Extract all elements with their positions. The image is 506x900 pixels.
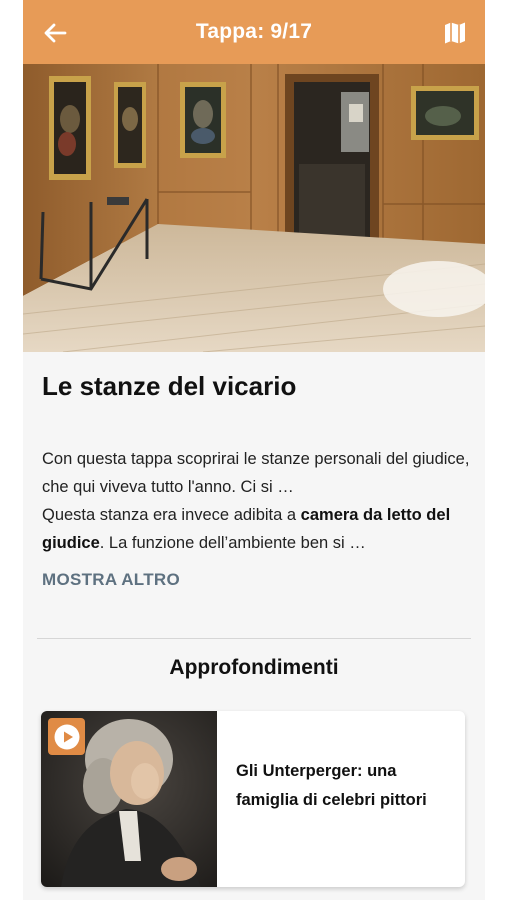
arrow-left-icon — [44, 23, 67, 43]
description-text: Questa stanza era invece adibita a — [42, 506, 301, 524]
portrait-image — [41, 711, 217, 887]
top-app-bar: Tappa: 9/17 — [23, 0, 485, 64]
stage-photo — [23, 64, 485, 352]
insight-card[interactable]: Gli Unterperger: una famiglia di celebri… — [41, 711, 465, 887]
page-title: Tappa: 9/17 — [195, 20, 313, 43]
description-text: . La funzione dell’ambiente ben si … — [99, 534, 366, 552]
app-screen: Tappa: 9/17 Le stanze del vicario Con qu… — [23, 0, 485, 900]
insights-title: Approfondimenti — [169, 656, 339, 679]
section-divider — [37, 638, 471, 639]
description-paragraph-2: Questa stanza era invece adibita a camer… — [42, 501, 472, 557]
map-button[interactable] — [441, 19, 469, 47]
play-icon — [54, 724, 79, 749]
map-icon — [445, 22, 465, 44]
show-more-button[interactable]: MOSTRA ALTRO — [42, 570, 180, 590]
back-button[interactable] — [41, 20, 69, 46]
stage-description: Con questa tappa scoprirai le stanze per… — [42, 445, 472, 557]
room-photo-image — [23, 64, 485, 352]
stage-title: Le stanze del vicario — [42, 371, 297, 401]
play-button[interactable] — [48, 718, 85, 755]
description-paragraph-1: Con questa tappa scoprirai le stanze per… — [42, 450, 470, 496]
insight-card-title: Gli Unterperger: una famiglia di celebri… — [236, 762, 427, 809]
